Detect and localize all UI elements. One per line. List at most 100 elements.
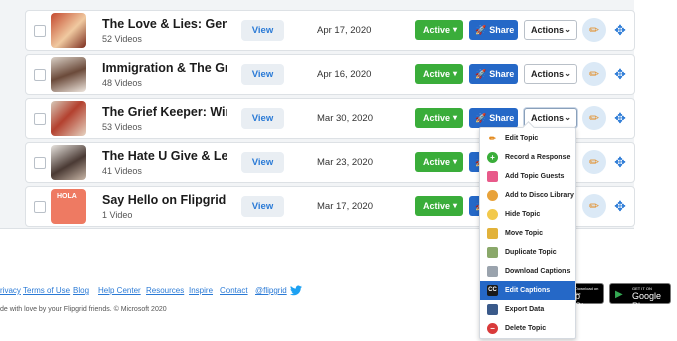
chevron-down-icon: ▾: [452, 201, 457, 210]
menu-item-export-data[interactable]: Export Data: [480, 300, 575, 319]
menu-item-label: Hide Topic: [505, 211, 541, 218]
row-checkbox[interactable]: [34, 201, 46, 213]
topic-thumbnail[interactable]: [51, 57, 86, 92]
share-button[interactable]: 🚀Share: [469, 20, 518, 40]
row-checkbox[interactable]: [34, 25, 46, 37]
active-label: Active: [423, 201, 451, 211]
topic-video-count: 53 Videos: [102, 122, 142, 132]
topic-title[interactable]: The Hate U Give & Letter to...: [102, 149, 227, 163]
share-button[interactable]: 🚀Share: [469, 108, 518, 128]
share-label: Share: [489, 113, 515, 123]
delete-icon: −: [487, 323, 498, 334]
active-label: Active: [423, 25, 451, 35]
active-status-dropdown[interactable]: Active ▾: [415, 64, 463, 84]
chevron-down-icon: ▾: [452, 113, 457, 122]
edit-pencil-icon[interactable]: ✏: [582, 18, 606, 42]
active-status-dropdown[interactable]: Active ▾: [415, 20, 463, 40]
menu-item-label: Record a Response: [505, 154, 571, 161]
menu-item-delete-topic[interactable]: − Delete Topic: [480, 319, 575, 338]
menu-item-download-captions[interactable]: Download Captions: [480, 262, 575, 281]
footer-link-resources[interactable]: Resources: [146, 286, 184, 295]
rocket-icon: 🚀: [475, 113, 487, 123]
disco-icon: [487, 190, 498, 201]
topic-title[interactable]: Immigration & The Grief Ke...: [102, 61, 227, 75]
footer-link-contact[interactable]: Contact: [220, 286, 248, 295]
menu-item-duplicate-topic[interactable]: Duplicate Topic: [480, 243, 575, 262]
topic-thumbnail[interactable]: [51, 145, 86, 180]
edit-pencil-icon[interactable]: ✏: [582, 150, 606, 174]
chevron-down-icon: ⌄: [564, 69, 571, 78]
twitter-bird-icon[interactable]: [290, 285, 302, 299]
ticket-icon: [487, 171, 498, 182]
view-button[interactable]: View: [241, 64, 284, 85]
active-status-dropdown[interactable]: Active ▾: [415, 108, 463, 128]
move-arrows-icon[interactable]: ✥: [610, 20, 630, 40]
actions-menu: ✏ Edit Topic + Record a Response Add Topic…: [479, 127, 576, 339]
row-checkbox[interactable]: [34, 113, 46, 125]
topic-row: Immigration & The Grief Ke... 48 Videos …: [25, 54, 635, 95]
actions-dropdown[interactable]: Actions ⌄: [524, 20, 577, 40]
share-label: Share: [489, 25, 515, 35]
view-button[interactable]: View: [241, 196, 284, 217]
topic-thumbnail[interactable]: HOLA: [51, 189, 86, 224]
view-button[interactable]: View: [241, 20, 284, 41]
move-arrows-icon[interactable]: ✥: [610, 64, 630, 84]
pencil-icon: ✏: [489, 134, 496, 143]
menu-item-record-response[interactable]: + Record a Response: [480, 148, 575, 167]
topic-title[interactable]: Say Hello on Flipgrid!: [102, 193, 227, 207]
footer-link-inspire[interactable]: Inspire: [189, 286, 213, 295]
view-button[interactable]: View: [241, 152, 284, 173]
topic-date: Mar 30, 2020: [317, 113, 373, 124]
google-play-big-text: Google Play: [632, 291, 662, 311]
google-play-badge[interactable]: ▶ GET IT ON Google Play: [609, 283, 671, 311]
footer-link-terms[interactable]: Terms of Use: [23, 286, 70, 295]
move-arrows-icon[interactable]: ✥: [610, 152, 630, 172]
menu-item-add-guests[interactable]: Add Topic Guests: [480, 167, 575, 186]
move-arrows-icon[interactable]: ✥: [610, 196, 630, 216]
edit-pencil-icon[interactable]: ✏: [582, 62, 606, 86]
edit-pencil-icon[interactable]: ✏: [582, 106, 606, 130]
active-label: Active: [423, 157, 451, 167]
active-status-dropdown[interactable]: Active ▾: [415, 196, 463, 216]
menu-item-edit-captions[interactable]: CC Edit Captions: [480, 281, 575, 300]
actions-dropdown[interactable]: Actions ⌄: [524, 64, 577, 84]
footer-link-twitter-handle[interactable]: @flipgrid: [255, 286, 287, 295]
menu-item-label: Edit Topic: [505, 135, 539, 142]
view-button[interactable]: View: [241, 108, 284, 129]
menu-item-hide-topic[interactable]: Hide Topic: [480, 205, 575, 224]
truck-icon: [487, 228, 498, 239]
hide-face-icon: [487, 209, 498, 220]
edit-pencil-icon[interactable]: ✏: [582, 194, 606, 218]
footer-link-blog[interactable]: Blog: [73, 286, 89, 295]
topic-title[interactable]: The Grief Keeper: Window ...: [102, 105, 227, 119]
chevron-down-icon: ⌄: [564, 113, 571, 122]
footer-link-privacy[interactable]: rivacy: [0, 286, 21, 295]
active-status-dropdown[interactable]: Active ▾: [415, 152, 463, 172]
row-checkbox[interactable]: [34, 157, 46, 169]
share-button[interactable]: 🚀Share: [469, 64, 518, 84]
menu-item-edit-topic[interactable]: ✏ Edit Topic: [480, 129, 575, 148]
topic-date: Apr 16, 2020: [317, 69, 372, 80]
topic-title[interactable]: The Love & Lies: Gen Z: [102, 17, 227, 31]
actions-label: Actions: [531, 25, 565, 35]
google-play-icon: ▶: [615, 289, 623, 300]
topic-video-count: 41 Videos: [102, 166, 142, 176]
menu-item-label: Add to Disco Library: [505, 192, 574, 199]
menu-item-move-topic[interactable]: Move Topic: [480, 224, 575, 243]
menu-item-label: Duplicate Topic: [505, 249, 557, 256]
plus-circle-icon: +: [487, 152, 498, 163]
move-arrows-icon[interactable]: ✥: [610, 108, 630, 128]
rocket-icon: 🚀: [475, 25, 487, 35]
menu-item-label: Export Data: [505, 306, 545, 313]
topic-thumbnail[interactable]: [51, 13, 86, 48]
topic-thumbnail[interactable]: [51, 101, 86, 136]
topic-date: Mar 17, 2020: [317, 201, 373, 212]
chevron-down-icon: ▾: [452, 25, 457, 34]
thumbnail-text: HOLA: [57, 193, 77, 200]
app-store-big-text: p Store: [575, 291, 597, 311]
menu-item-add-to-disco[interactable]: Add to Disco Library: [480, 186, 575, 205]
menu-item-label: Move Topic: [505, 230, 543, 237]
active-label: Active: [423, 69, 451, 79]
footer-link-help-center[interactable]: Help Center: [98, 286, 141, 295]
row-checkbox[interactable]: [34, 69, 46, 81]
